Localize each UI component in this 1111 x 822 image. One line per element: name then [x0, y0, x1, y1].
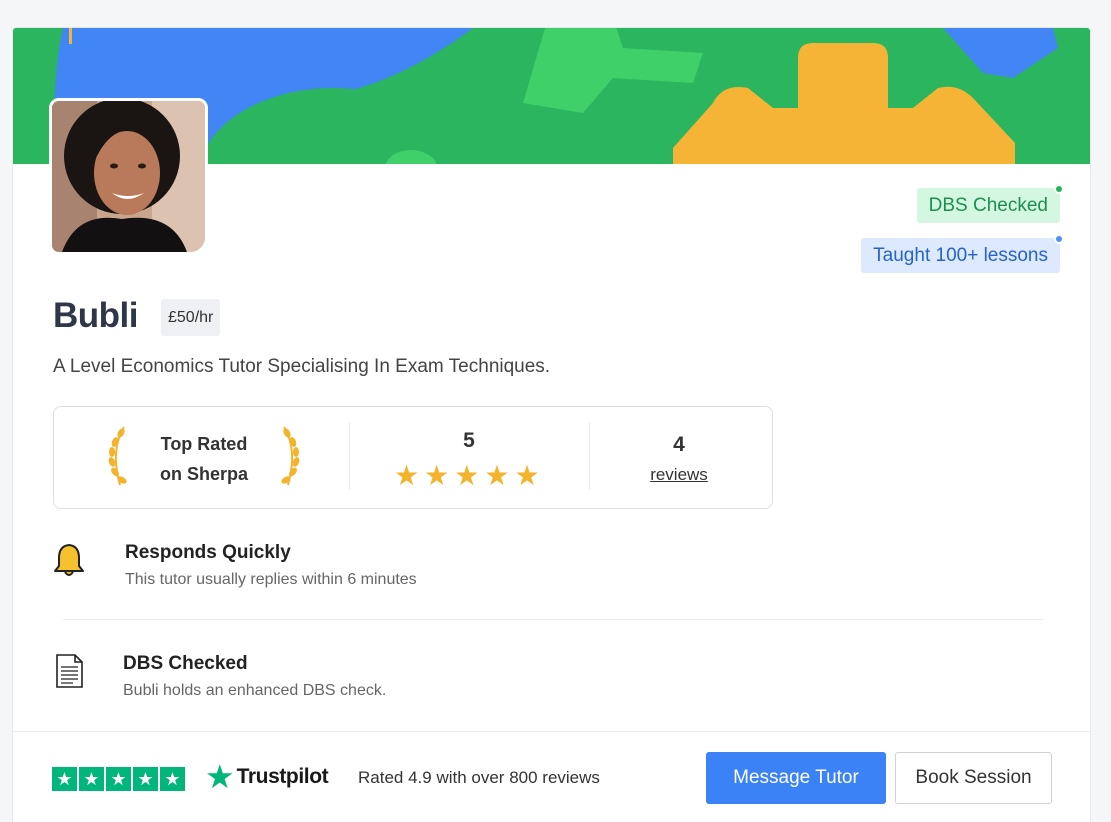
- tutor-name: Bubli: [53, 296, 138, 335]
- rating-value: 5: [463, 429, 475, 452]
- rating-stars: ★ ★ ★ ★ ★: [394, 462, 540, 490]
- tutor-avatar: [49, 98, 208, 255]
- reviews-link[interactable]: reviews: [594, 465, 764, 485]
- status-dot: [1054, 234, 1064, 244]
- lessons-badge-label: Taught 100+ lessons: [873, 244, 1048, 266]
- top-rated-award: Top Rated on Sherpa: [104, 423, 304, 489]
- feature-divider: [63, 619, 1043, 620]
- tutor-profile-card: DBS Checked Taught 100+ lessons Bubli £5…: [12, 27, 1091, 822]
- star-icon: ★: [514, 460, 540, 491]
- stats-divider: [589, 423, 590, 489]
- trustpilot-star-icon: ★: [79, 767, 104, 791]
- review-count: 4: [673, 433, 685, 456]
- dbs-badge-label: DBS Checked: [928, 194, 1048, 216]
- lessons-badge: Taught 100+ lessons: [861, 234, 1064, 273]
- trustpilot-rating-text: Rated 4.9 with over 800 reviews: [358, 768, 600, 787]
- feature-description: This tutor usually replies within 6 minu…: [125, 571, 417, 588]
- star-icon: ★: [424, 460, 450, 491]
- star-icon: ★: [484, 460, 510, 491]
- bell-icon: [54, 544, 84, 576]
- laurel-right-icon: [281, 426, 300, 486]
- top-rated-line1: Top Rated: [160, 434, 248, 454]
- trustpilot-star-icon: ★: [133, 767, 158, 791]
- star-icon: ★: [394, 460, 420, 491]
- hourly-rate-badge: £50/hr: [161, 299, 221, 336]
- tutor-headline: A Level Economics Tutor Specialising In …: [53, 356, 551, 377]
- stats-box: Top Rated on Sherpa 5 ★ ★ ★ ★ ★ 4 review…: [53, 406, 773, 509]
- trustpilot-star-icon: ★: [52, 767, 77, 791]
- message-tutor-button[interactable]: Message Tutor: [706, 752, 886, 804]
- feature-title: DBS Checked: [123, 653, 248, 674]
- status-dot: [1054, 184, 1064, 194]
- trustpilot-star-icon: ★: [160, 767, 185, 791]
- trustpilot-stars: ★ ★ ★ ★ ★: [52, 767, 185, 791]
- trustpilot-star-icon: ★: [205, 758, 235, 795]
- trustpilot-logo: ★ Trustpilot: [205, 758, 329, 795]
- book-session-button[interactable]: Book Session: [895, 752, 1052, 804]
- star-icon: ★: [454, 460, 480, 491]
- trustpilot-wordmark: Trustpilot: [236, 765, 329, 788]
- top-rated-line2: on Sherpa: [159, 464, 248, 484]
- feature-description: Bubli holds an enhanced DBS check.: [123, 682, 387, 699]
- dbs-checked-badge: DBS Checked: [916, 184, 1064, 223]
- trustpilot-star-icon: ★: [106, 767, 131, 791]
- feature-title: Responds Quickly: [125, 542, 291, 563]
- profile-footer: ★ ★ ★ ★ ★ ★ Trustpilot Rated 4.9 with ov…: [13, 731, 1090, 822]
- document-icon: [56, 654, 83, 688]
